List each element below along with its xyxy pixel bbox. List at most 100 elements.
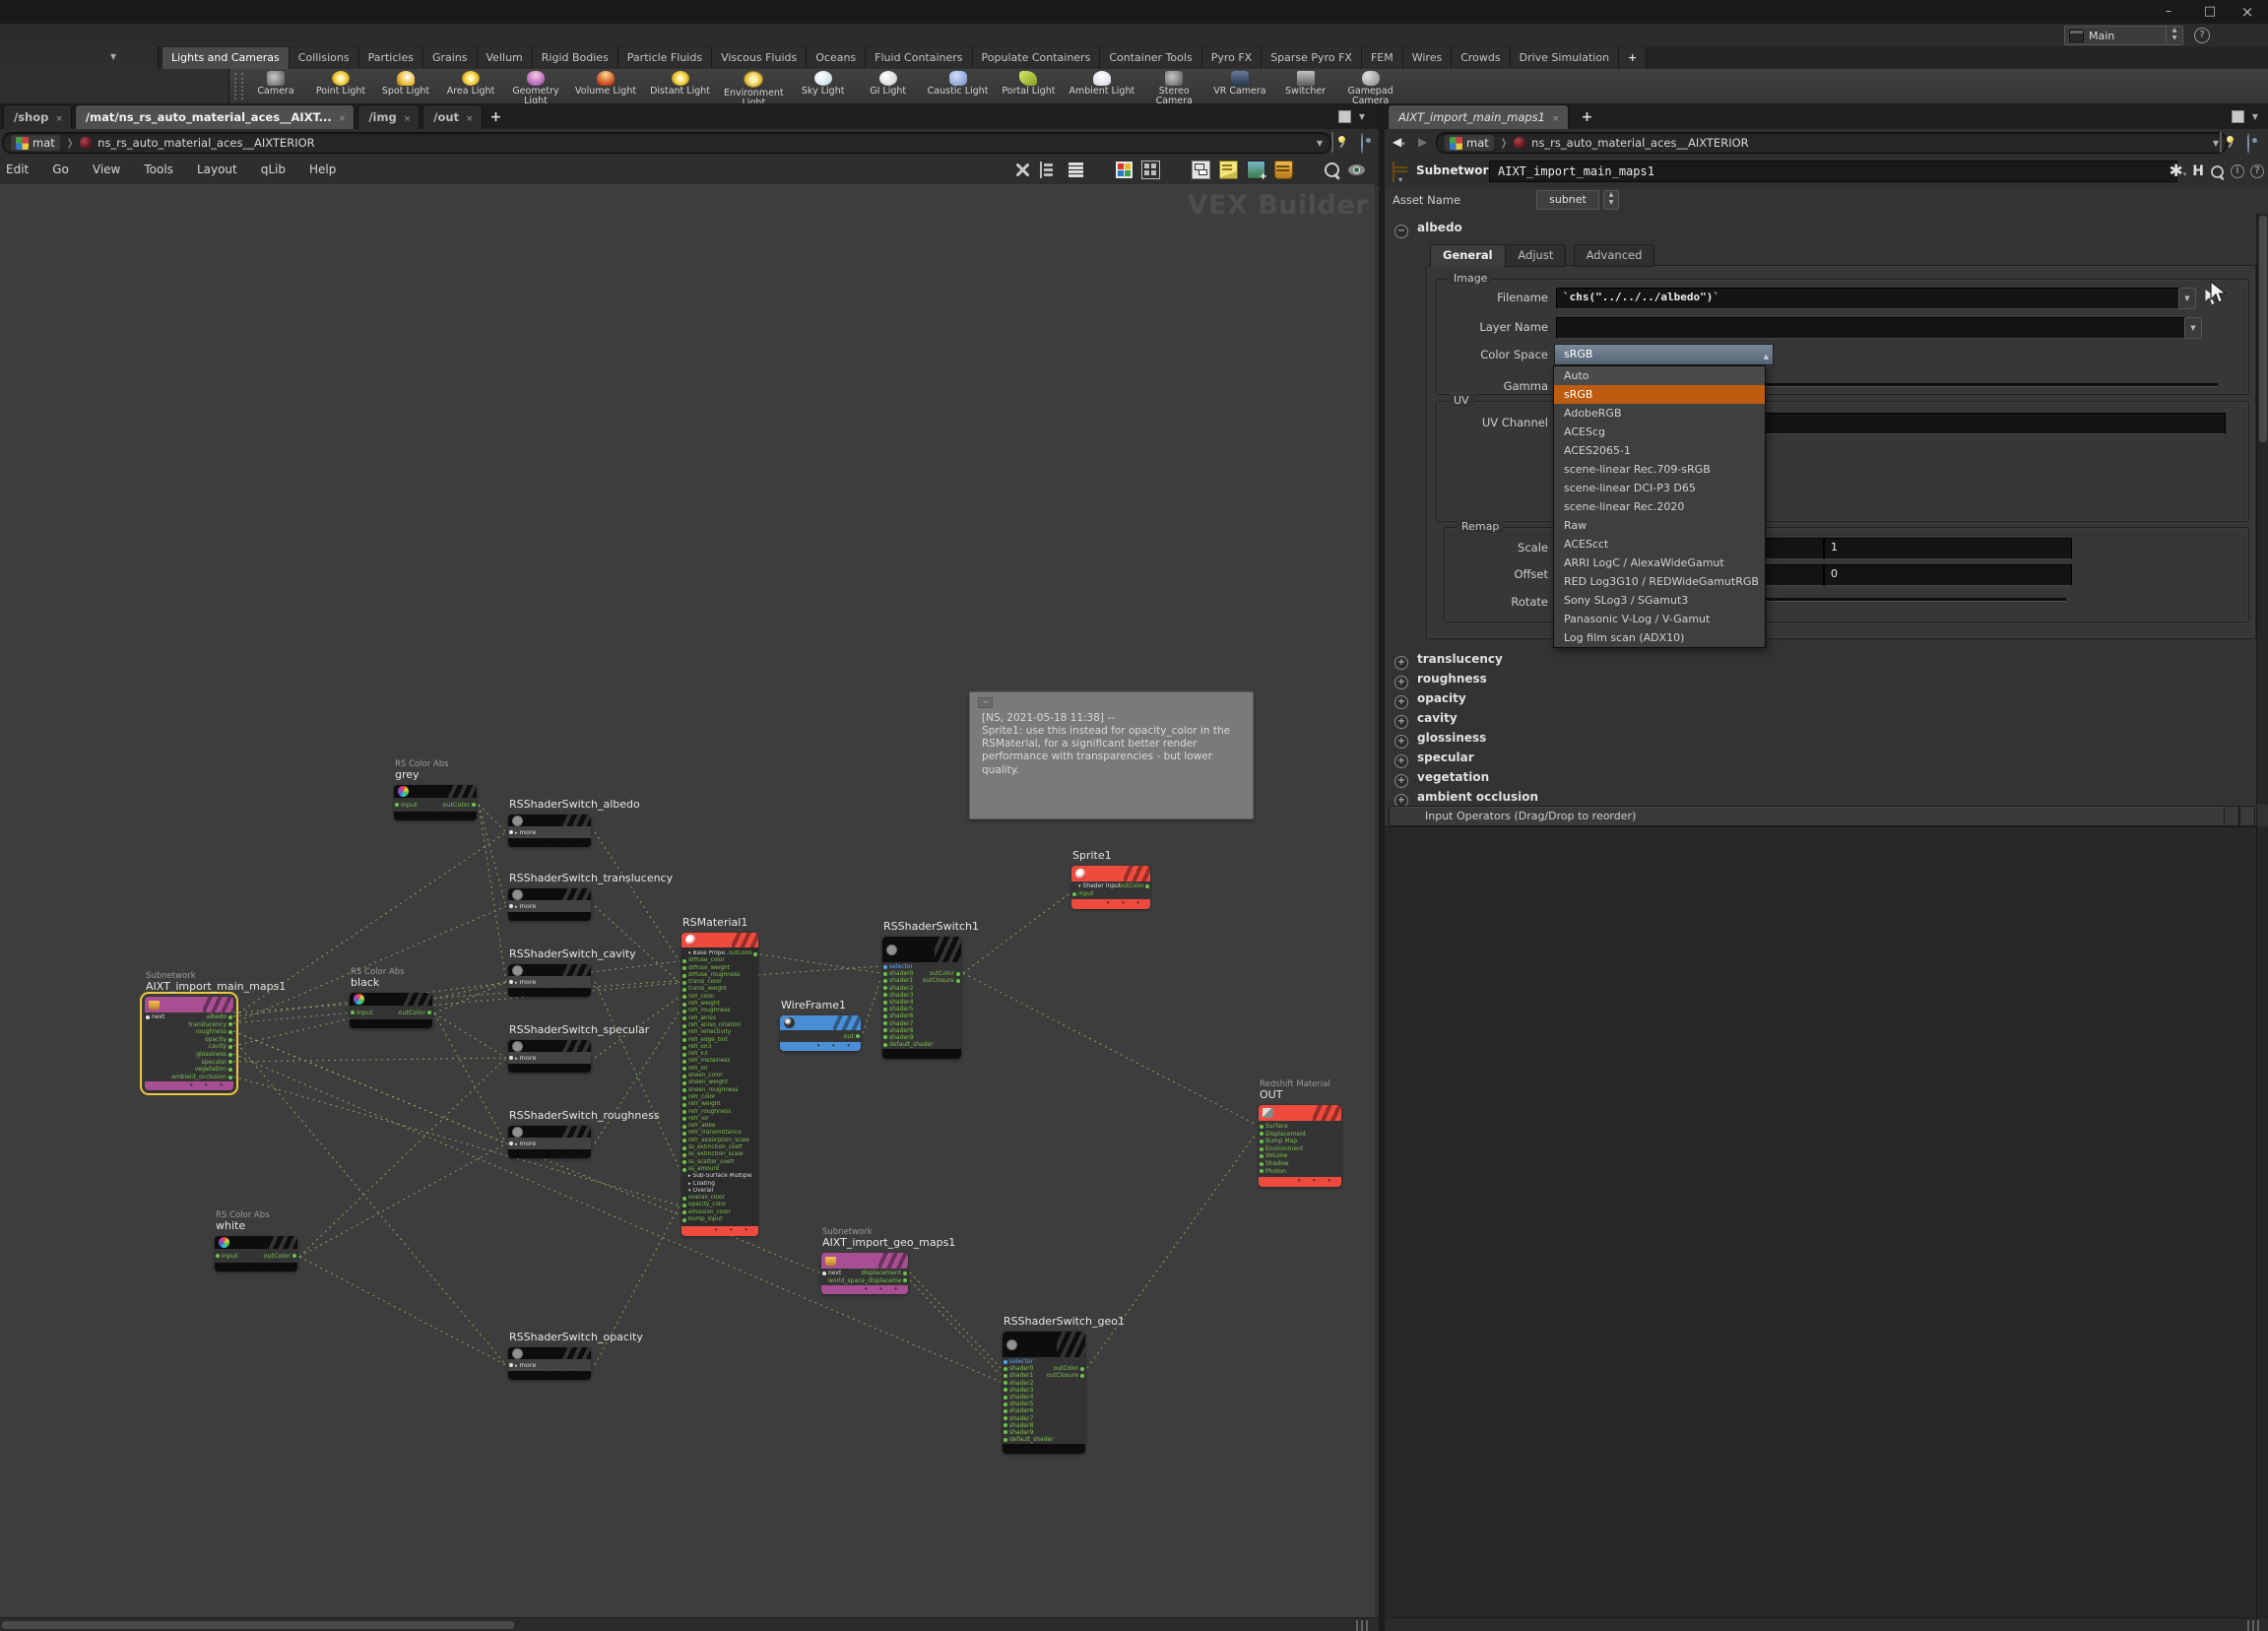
node-port-row[interactable]: opacity	[145, 1036, 233, 1044]
menu-go[interactable]: Go	[40, 156, 81, 184]
node-RSShaderSwitch_cavity[interactable]: RSShaderSwitch_cavity▸more• • •	[508, 964, 591, 997]
input-port-dot[interactable]	[1004, 1388, 1007, 1392]
node-OUT[interactable]: Redshift MaterialOUTSurfaceDisplacementB…	[1259, 1105, 1341, 1187]
node-port-row[interactable]: shader9	[882, 1034, 961, 1041]
menu-tools[interactable]: Tools	[132, 156, 185, 184]
colorspace-option[interactable]: Log film scan (ADX10)	[1554, 628, 1765, 647]
input-port-dot[interactable]	[1004, 1381, 1007, 1385]
node-port-row[interactable]: shader1outClosure	[1003, 1372, 1085, 1379]
node-footer[interactable]: • • •	[681, 1226, 758, 1236]
grid-icon[interactable]	[1141, 161, 1160, 179]
group-opacity[interactable]: +opacity	[1394, 687, 1466, 709]
input-port-dot[interactable]	[351, 1011, 355, 1014]
node-port-row[interactable]: shader4	[882, 999, 961, 1006]
shelf-dropdown-icon[interactable]: ▼	[110, 52, 116, 61]
node-AIXT_import_geo_maps1[interactable]: SubnetworkAIXT_import_geo_maps1nextdispl…	[821, 1253, 908, 1294]
houdini-help-icon[interactable]: H	[2192, 163, 2204, 179]
colorspace-option[interactable]: sRGB	[1554, 385, 1765, 404]
node-port-row[interactable]: vegetation	[145, 1066, 233, 1074]
path-tab[interactable]: /mat/ns_rs_auto_material_aces__AIXT...×	[75, 104, 355, 130]
node-port-row[interactable]: diffuse_weight	[681, 965, 758, 972]
input-port-dot[interactable]	[1260, 1125, 1264, 1129]
node-port-row[interactable]: ambient_occlusion	[145, 1074, 233, 1081]
node-port-row[interactable]: ▸more	[508, 826, 591, 838]
node-port-row[interactable]: shader6	[882, 1012, 961, 1019]
shelf-tab[interactable]: FEM	[1362, 47, 1403, 69]
node-port-row[interactable]: inputoutColor	[394, 798, 477, 812]
shelf-tab[interactable]: Wires	[1403, 47, 1452, 69]
shelf-tool[interactable]: Camera	[246, 70, 305, 98]
input-port-dot[interactable]	[1260, 1169, 1264, 1173]
node-port-row[interactable]: Photon	[1259, 1168, 1341, 1176]
layer-name-input[interactable]	[1556, 317, 2188, 339]
output-port-dot[interactable]	[228, 1068, 232, 1072]
colorspace-option[interactable]: AdobeRGB	[1554, 404, 1765, 423]
input-port-dot[interactable]	[1072, 892, 1076, 896]
info-icon[interactable]: i	[2231, 164, 2244, 178]
group-albedo[interactable]: −albedo	[1394, 217, 1462, 238]
minimize-button[interactable]: –	[2154, 2, 2183, 22]
pin-icon[interactable]	[2220, 132, 2222, 153]
node-name-field[interactable]: AIXT_import_main_maps1	[1489, 161, 2177, 182]
input-port-dot[interactable]	[883, 965, 887, 969]
input-operators-area[interactable]	[1385, 826, 2268, 1618]
node-port-row[interactable]: refl_k3	[681, 1051, 758, 1058]
output-port-dot[interactable]	[228, 1060, 232, 1064]
input-port-dot[interactable]	[395, 803, 399, 807]
node-port-row[interactable]: Surface	[1259, 1123, 1341, 1131]
pane-corner-icon[interactable]	[2247, 1620, 2260, 1631]
node-RSShaderSwitch_specular[interactable]: RSShaderSwitch_specular▸more• • •	[508, 1040, 591, 1073]
input-port-dot[interactable]	[509, 904, 513, 908]
node-port-row[interactable]: ▸more	[508, 1359, 591, 1371]
shelf-tab[interactable]: Oceans	[807, 47, 866, 69]
shelf-tab[interactable]: Container Tools	[1100, 47, 1201, 69]
shelf-tab[interactable]: Collisions	[290, 47, 359, 69]
node-port-row[interactable]: shader8	[1003, 1422, 1085, 1429]
input-port-dot[interactable]	[682, 1125, 686, 1129]
pane-screen-icon[interactable]	[1338, 110, 1351, 123]
link-radar-icon[interactable]	[2247, 133, 2249, 154]
right-path-field[interactable]: mat ❭ ns_rs_auto_material_aces__AIXTERIO…	[1436, 132, 2228, 154]
input-port-dot[interactable]	[1260, 1162, 1264, 1166]
node-port-row[interactable]: input	[1071, 890, 1150, 898]
colorspace-option[interactable]: Sony SLog3 / SGamut3	[1554, 591, 1765, 610]
output-port-dot[interactable]	[956, 979, 960, 983]
node-header[interactable]	[215, 1236, 297, 1249]
node-footer[interactable]: • • •	[145, 1081, 233, 1090]
pin-icon[interactable]	[1331, 132, 1333, 153]
shelf-tool[interactable]: Distant Light	[646, 70, 714, 98]
input-port-dot[interactable]	[1004, 1409, 1007, 1413]
node-port-row[interactable]: selector	[1003, 1358, 1085, 1365]
node-port-row[interactable]: Shadow	[1259, 1160, 1341, 1168]
right-bottom-scrollbar[interactable]	[1385, 1617, 2268, 1631]
colorspace-option[interactable]: Panasonic V-Log / V-Gamut	[1554, 610, 1765, 628]
output-port-dot[interactable]	[292, 1254, 296, 1258]
layer-menu-button[interactable]: ▼	[2184, 317, 2202, 339]
menu-help[interactable]: Help	[297, 156, 348, 184]
input-port-dot[interactable]	[682, 995, 686, 999]
node-port-row[interactable]: shader2	[882, 985, 961, 992]
input-port-dot[interactable]	[509, 1142, 513, 1145]
shelf-tab[interactable]: Viscous Fluids	[712, 47, 807, 69]
node-RSShaderSwitch_opacity[interactable]: RSShaderSwitch_opacity▸more• • •	[508, 1347, 591, 1380]
node-port-row[interactable]: ▾Base Prope...outColor	[681, 950, 758, 957]
shelf-tab[interactable]: Drive Simulation	[1511, 47, 1619, 69]
node-port-row[interactable]: cavity	[145, 1043, 233, 1051]
input-port-dot[interactable]	[509, 1363, 513, 1367]
pane-menu-icon[interactable]: ▼	[1359, 112, 1365, 121]
colorspace-option[interactable]: scene-linear Rec.2020	[1554, 497, 1765, 516]
colorspace-option[interactable]: ACEScg	[1554, 423, 1765, 441]
node-port-row[interactable]: nextdisplacement	[821, 1270, 908, 1277]
node-header[interactable]	[1003, 1332, 1085, 1357]
ops-scrollbar[interactable]	[2256, 826, 2268, 1617]
close-tab-icon[interactable]: ×	[339, 114, 347, 124]
input-port-dot[interactable]	[1260, 1140, 1264, 1143]
input-port-dot[interactable]	[682, 1146, 686, 1150]
input-port-dot[interactable]	[883, 986, 887, 990]
output-port-dot[interactable]	[1080, 1374, 1084, 1378]
node-header[interactable]	[681, 933, 758, 947]
menu-qlib[interactable]: qLib	[249, 156, 297, 184]
output-port-dot[interactable]	[903, 1272, 907, 1275]
input-port-dot[interactable]	[682, 1053, 686, 1057]
shelf-tab[interactable]: Fluid Containers	[866, 47, 972, 69]
